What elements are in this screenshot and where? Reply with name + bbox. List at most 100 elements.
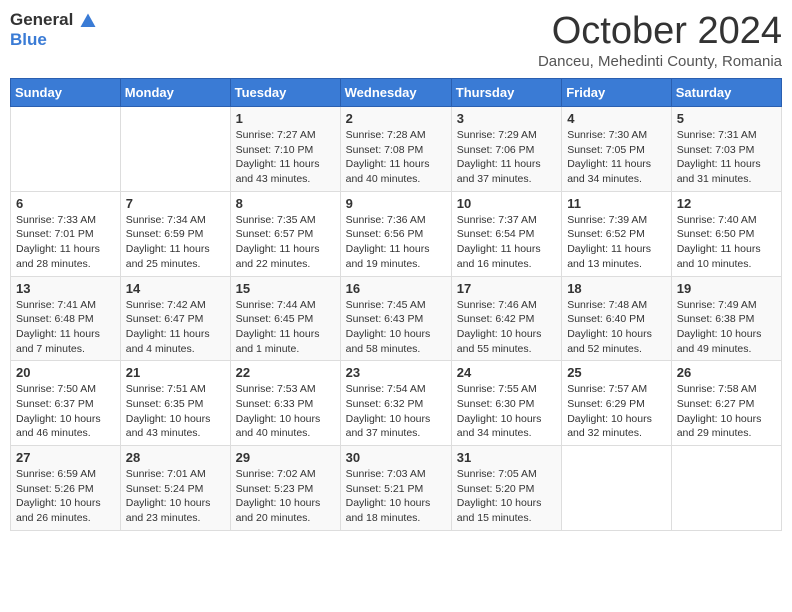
calendar-cell: 4 Sunrise: 7:30 AMSunset: 7:05 PMDaylight… [562,107,672,192]
calendar-cell: 25Sunrise: 7:57 AMSunset: 6:29 PMDayligh… [562,361,672,446]
location-title: Danceu, Mehedinti County, Romania [538,53,782,70]
day-info: Sunrise: 7:48 AMSunset: 6:40 PMDaylight:… [567,298,666,357]
day-info: Sunrise: 7:03 AMSunset: 5:21 PMDaylight:… [346,467,446,526]
day-info: Sunrise: 7:42 AMSunset: 6:47 PMDaylight:… [126,298,225,357]
calendar-cell: 5Sunrise: 7:31 AMSunset: 7:03 PMDaylight… [671,107,781,192]
day-info: Sunrise: 7:37 AMSunset: 6:54 PMDaylight:… [457,213,556,272]
day-info: Sunrise: 7:54 AMSunset: 6:32 PMDaylight:… [346,382,446,441]
header-tuesday: Tuesday [230,79,340,107]
header-saturday: Saturday [671,79,781,107]
day-number: 19 [677,281,776,296]
calendar-cell [671,446,781,531]
logo-icon [79,12,97,30]
day-number: 29 [236,450,335,465]
calendar-cell: 6Sunrise: 7:33 AMSunset: 7:01 PMDaylight… [11,191,121,276]
calendar-cell: 9Sunrise: 7:36 AMSunset: 6:56 PMDaylight… [340,191,451,276]
day-info: Sunrise: 7:31 AMSunset: 7:03 PMDaylight:… [677,128,776,187]
day-number: 14 [126,281,225,296]
calendar-cell: 30 Sunrise: 7:03 AMSunset: 5:21 PMDayligh… [340,446,451,531]
day-number: 23 [346,365,446,380]
day-number: 1 [236,111,335,126]
day-info: Sunrise: 7:29 AMSunset: 7:06 PMDaylight:… [457,128,556,187]
calendar-cell: 19 Sunrise: 7:49 AMSunset: 6:38 PMDayligh… [671,276,781,361]
header-friday: Friday [562,79,672,107]
day-number: 24 [457,365,556,380]
calendar-cell: 13 Sunrise: 7:41 AMSunset: 6:48 PMDayligh… [11,276,121,361]
header-sunday: Sunday [11,79,121,107]
day-info: Sunrise: 7:01 AMSunset: 5:24 PMDaylight:… [126,467,225,526]
day-number: 21 [126,365,225,380]
logo: General Blue [10,10,98,50]
calendar-week-row: 27 Sunrise: 6:59 AMSunset: 5:26 PMDayligh… [11,446,782,531]
day-number: 30 [346,450,446,465]
calendar-cell: 27 Sunrise: 6:59 AMSunset: 5:26 PMDayligh… [11,446,121,531]
day-info: Sunrise: 7:49 AMSunset: 6:38 PMDaylight:… [677,298,776,357]
day-info: Sunrise: 7:53 AMSunset: 6:33 PMDaylight:… [236,382,335,441]
calendar-cell: 28 Sunrise: 7:01 AMSunset: 5:24 PMDayligh… [120,446,230,531]
calendar-cell: 1 Sunrise: 7:27 AMSunset: 7:10 PMDaylight… [230,107,340,192]
month-title: October 2024 [538,10,782,53]
calendar-cell: 21 Sunrise: 7:51 AMSunset: 6:35 PMDayligh… [120,361,230,446]
day-info: Sunrise: 7:40 AMSunset: 6:50 PMDaylight:… [677,213,776,272]
day-number: 25 [567,365,666,380]
header-thursday: Thursday [451,79,561,107]
day-info: Sunrise: 7:30 AMSunset: 7:05 PMDaylight:… [567,128,666,187]
header-monday: Monday [120,79,230,107]
calendar-cell [11,107,121,192]
day-info: Sunrise: 7:02 AMSunset: 5:23 PMDaylight:… [236,467,335,526]
day-info: Sunrise: 7:45 AMSunset: 6:43 PMDaylight:… [346,298,446,357]
day-number: 17 [457,281,556,296]
day-info: Sunrise: 7:51 AMSunset: 6:35 PMDaylight:… [126,382,225,441]
calendar-cell: 31Sunrise: 7:05 AMSunset: 5:20 PMDayligh… [451,446,561,531]
day-number: 18 [567,281,666,296]
calendar-cell: 18 Sunrise: 7:48 AMSunset: 6:40 PMDayligh… [562,276,672,361]
calendar-cell: 29 Sunrise: 7:02 AMSunset: 5:23 PMDayligh… [230,446,340,531]
day-info: Sunrise: 6:59 AMSunset: 5:26 PMDaylight:… [16,467,115,526]
day-number: 15 [236,281,335,296]
calendar-week-row: 6Sunrise: 7:33 AMSunset: 7:01 PMDaylight… [11,191,782,276]
calendar-cell: 2 Sunrise: 7:28 AMSunset: 7:08 PMDaylight… [340,107,451,192]
calendar-week-row: 20Sunrise: 7:50 AMSunset: 6:37 PMDayligh… [11,361,782,446]
day-info: Sunrise: 7:39 AMSunset: 6:52 PMDaylight:… [567,213,666,272]
calendar-cell [562,446,672,531]
day-number: 13 [16,281,115,296]
calendar-cell: 16Sunrise: 7:45 AMSunset: 6:43 PMDayligh… [340,276,451,361]
day-number: 22 [236,365,335,380]
logo-general: General [10,10,73,29]
day-info: Sunrise: 7:35 AMSunset: 6:57 PMDaylight:… [236,213,335,272]
calendar-cell: 20Sunrise: 7:50 AMSunset: 6:37 PMDayligh… [11,361,121,446]
calendar-week-row: 1 Sunrise: 7:27 AMSunset: 7:10 PMDaylight… [11,107,782,192]
page-header: General Blue October 2024 Danceu, Mehedi… [10,10,782,70]
day-number: 27 [16,450,115,465]
day-number: 31 [457,450,556,465]
day-info: Sunrise: 7:41 AMSunset: 6:48 PMDaylight:… [16,298,115,357]
day-info: Sunrise: 7:27 AMSunset: 7:10 PMDaylight:… [236,128,335,187]
day-info: Sunrise: 7:44 AMSunset: 6:45 PMDaylight:… [236,298,335,357]
calendar-cell: 7 Sunrise: 7:34 AMSunset: 6:59 PMDaylight… [120,191,230,276]
day-info: Sunrise: 7:34 AMSunset: 6:59 PMDaylight:… [126,213,225,272]
calendar-cell: 11 Sunrise: 7:39 AMSunset: 6:52 PMDayligh… [562,191,672,276]
calendar-cell: 12Sunrise: 7:40 AMSunset: 6:50 PMDayligh… [671,191,781,276]
day-info: Sunrise: 7:50 AMSunset: 6:37 PMDaylight:… [16,382,115,441]
day-info: Sunrise: 7:36 AMSunset: 6:56 PMDaylight:… [346,213,446,272]
day-number: 7 [126,196,225,211]
day-number: 2 [346,111,446,126]
day-number: 8 [236,196,335,211]
title-section: October 2024 Danceu, Mehedinti County, R… [538,10,782,70]
day-number: 4 [567,111,666,126]
logo-text: General Blue [10,10,98,50]
calendar-cell: 15 Sunrise: 7:44 AMSunset: 6:45 PMDayligh… [230,276,340,361]
day-info: Sunrise: 7:55 AMSunset: 6:30 PMDaylight:… [457,382,556,441]
day-number: 3 [457,111,556,126]
day-number: 28 [126,450,225,465]
calendar-table: Sunday Monday Tuesday Wednesday Thursday… [10,78,782,531]
calendar-week-row: 13 Sunrise: 7:41 AMSunset: 6:48 PMDayligh… [11,276,782,361]
day-info: Sunrise: 7:33 AMSunset: 7:01 PMDaylight:… [16,213,115,272]
calendar-cell: 23 Sunrise: 7:54 AMSunset: 6:32 PMDayligh… [340,361,451,446]
day-number: 11 [567,196,666,211]
day-number: 26 [677,365,776,380]
calendar-cell [120,107,230,192]
day-info: Sunrise: 7:58 AMSunset: 6:27 PMDaylight:… [677,382,776,441]
calendar-cell: 14 Sunrise: 7:42 AMSunset: 6:47 PMDayligh… [120,276,230,361]
day-info: Sunrise: 7:28 AMSunset: 7:08 PMDaylight:… [346,128,446,187]
